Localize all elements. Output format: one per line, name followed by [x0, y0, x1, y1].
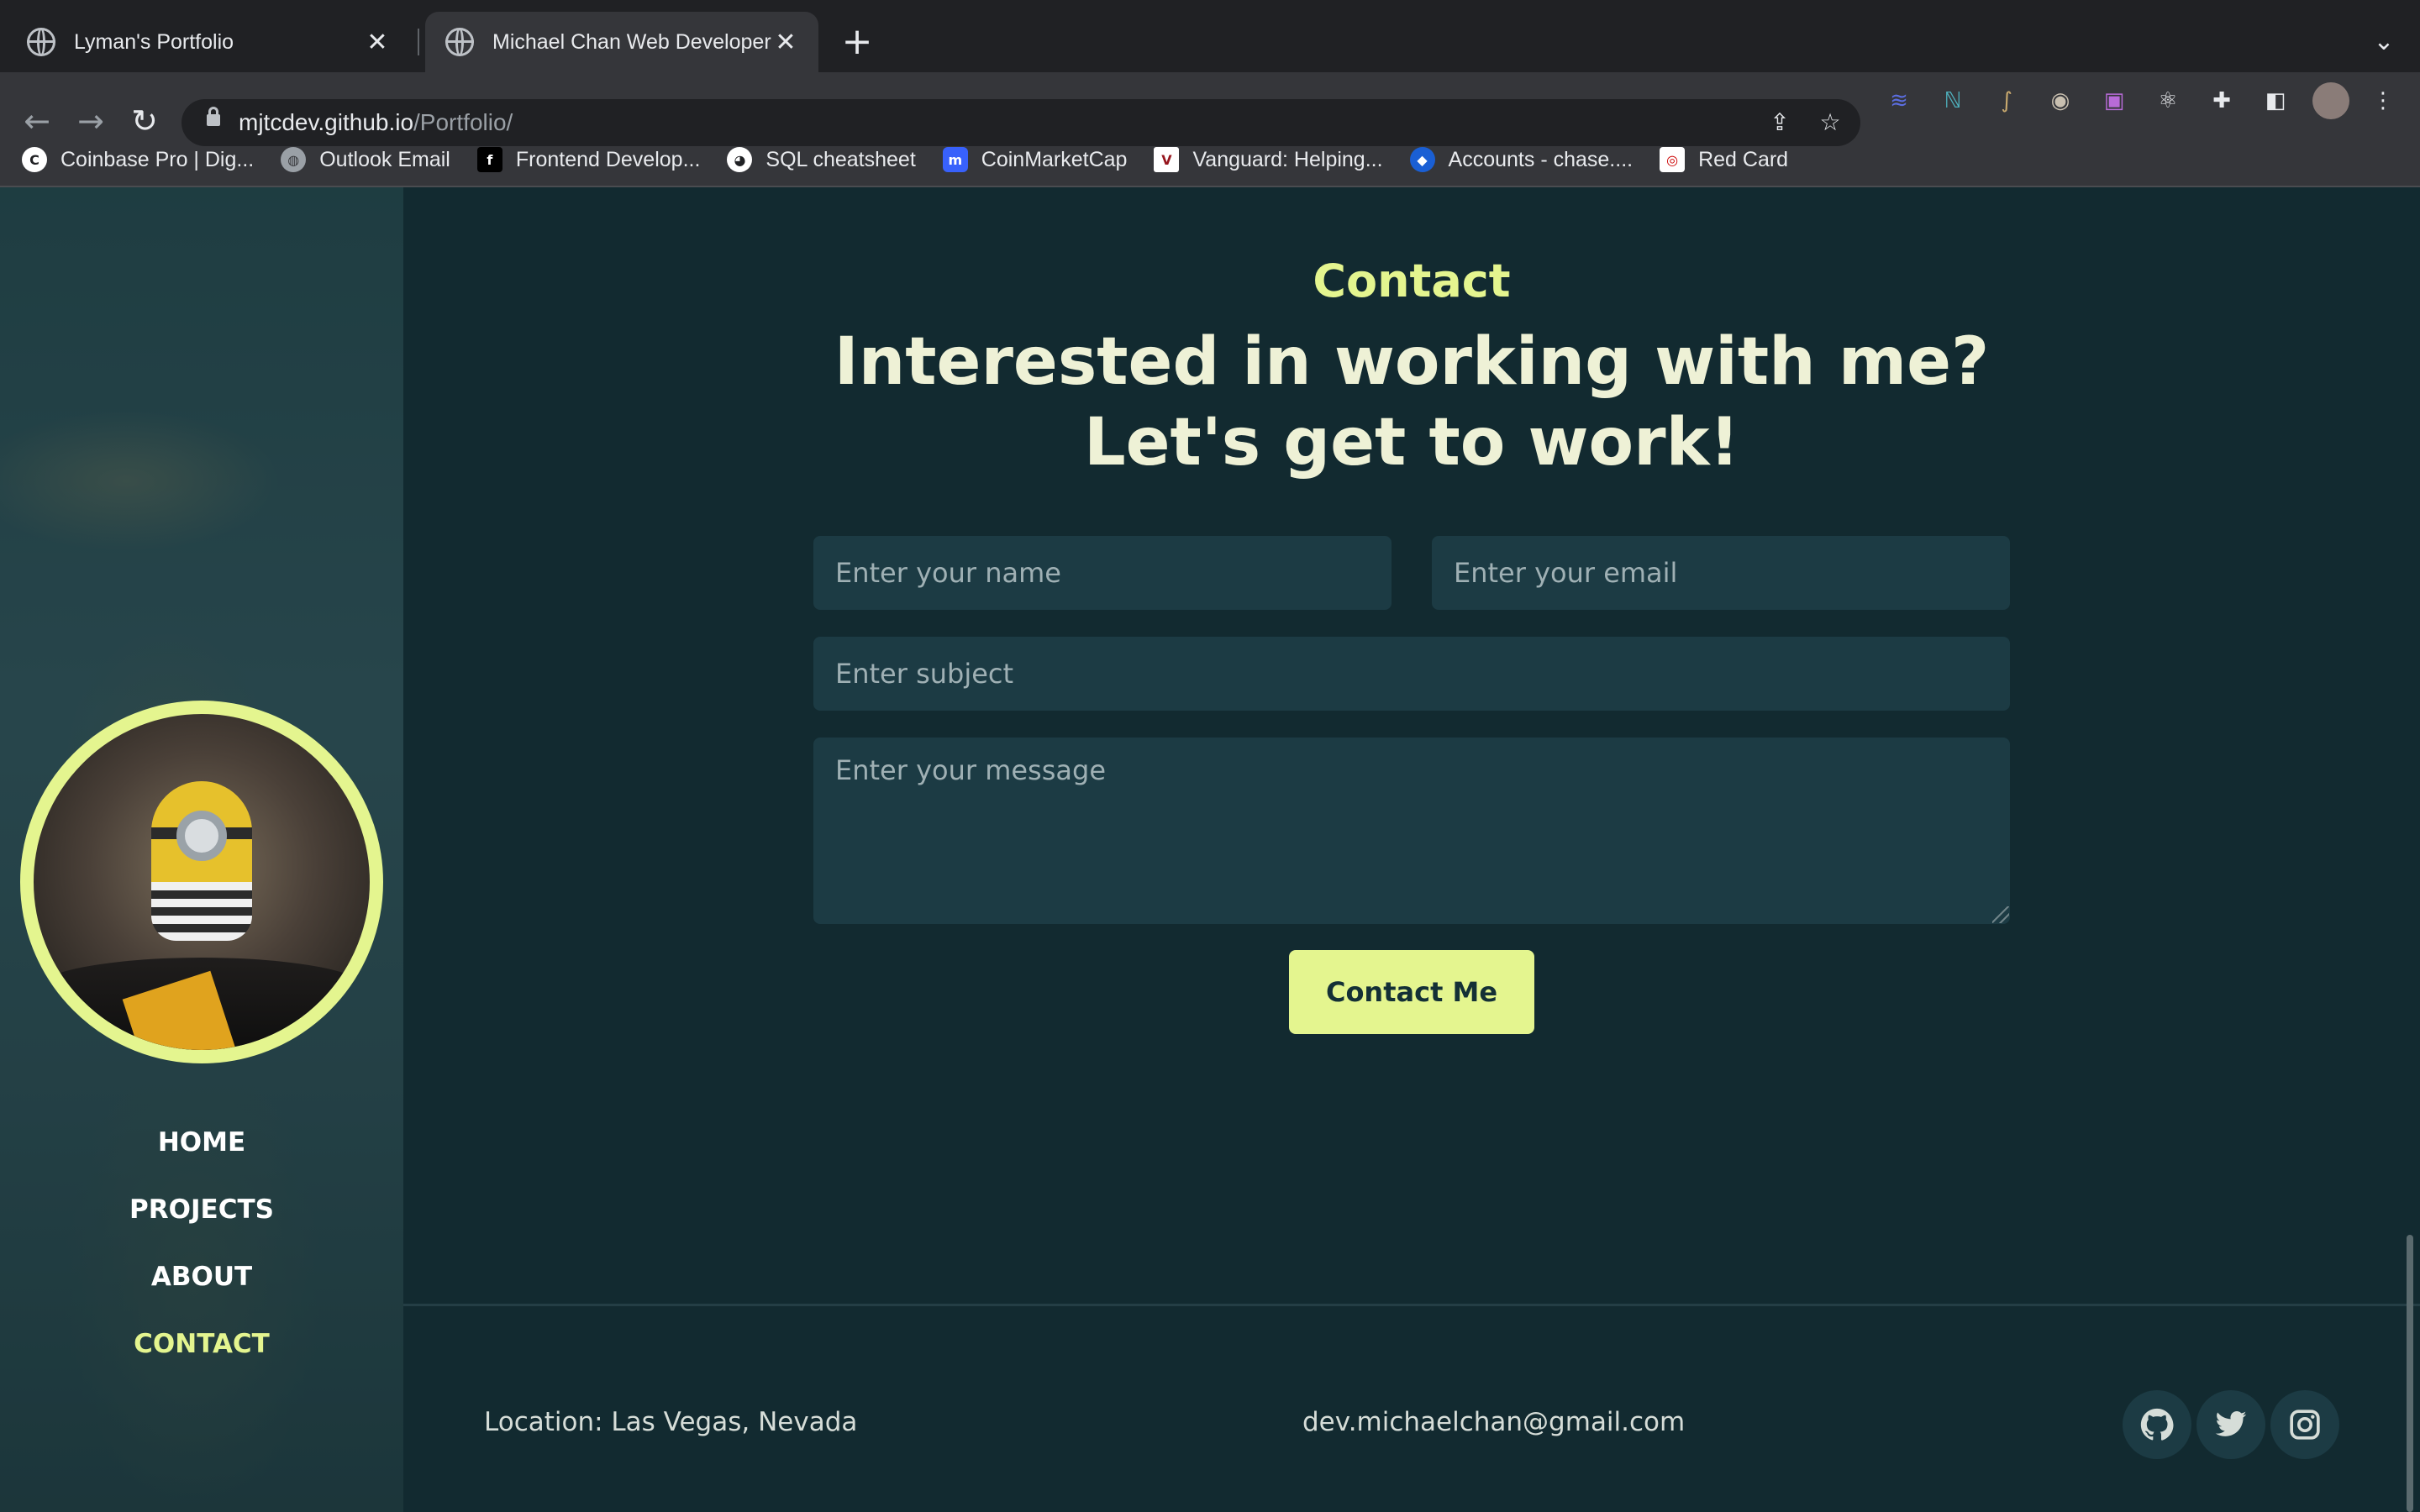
profile-photo: [20, 701, 383, 1063]
chevron-down-icon[interactable]: ⌄: [2363, 18, 2405, 66]
email-input[interactable]: [1432, 536, 2010, 610]
page-scrollbar[interactable]: [2407, 1235, 2413, 1512]
twitter-link[interactable]: [2196, 1390, 2265, 1459]
lock-icon: [207, 107, 220, 126]
globe-icon: [445, 28, 474, 56]
plus-icon[interactable]: +: [836, 18, 878, 66]
contact-section: Contact Interested in working with me? L…: [403, 187, 2420, 1512]
extension-icon[interactable]: ▣: [2097, 84, 2131, 118]
bookmark-label: CoinMarketCap: [981, 147, 1128, 171]
extension-icon[interactable]: ℕ: [1936, 84, 1970, 118]
puzzle-icon[interactable]: ✚: [2205, 84, 2238, 118]
globe-icon: ◍: [281, 147, 307, 172]
github-link[interactable]: [2123, 1390, 2191, 1459]
bookmark-label: Outlook Email: [319, 147, 450, 171]
coinbase-icon: C: [22, 147, 47, 172]
bookmark-label: SQL cheatsheet: [765, 147, 916, 171]
sidebar-nav: HOME PROJECTS ABOUT CONTACT: [0, 1109, 403, 1378]
name-input[interactable]: [813, 536, 1392, 610]
instagram-icon: [2290, 1410, 2320, 1440]
side-panel-icon[interactable]: ◧: [2259, 84, 2292, 118]
nav-about[interactable]: ABOUT: [0, 1243, 403, 1310]
footer-divider: [403, 1304, 2420, 1306]
footer-location: Location: Las Vegas, Nevada: [484, 1407, 858, 1437]
vanguard-icon: V: [1154, 147, 1180, 172]
bookmark-coinbase[interactable]: C Coinbase Pro | Dig...: [22, 147, 254, 172]
sidebar: HOME PROJECTS ABOUT CONTACT: [0, 187, 403, 1512]
close-tab-icon[interactable]: ✕: [365, 28, 390, 57]
globe-icon: [27, 28, 55, 56]
react-devtools-icon[interactable]: ⚛: [2151, 84, 2185, 118]
bookmark-label: Accounts - chase....: [1448, 147, 1634, 171]
frontend-icon: f: [476, 147, 502, 172]
bookmark-chase[interactable]: ◆ Accounts - chase....: [1409, 147, 1634, 172]
section-eyebrow: Contact: [1313, 255, 1511, 307]
contact-me-button[interactable]: Contact Me: [1289, 950, 1534, 1034]
nav-home[interactable]: HOME: [0, 1109, 403, 1176]
resize-handle[interactable]: [1992, 906, 2009, 923]
bookmark-label: Frontend Develop...: [515, 147, 701, 171]
kebab-menu-icon[interactable]: ⋮: [2366, 84, 2400, 118]
twitter-icon: [2215, 1411, 2247, 1436]
tab-title: Lyman's Portfolio: [74, 29, 234, 54]
bookmark-frontend[interactable]: f Frontend Develop...: [476, 147, 701, 172]
nav-projects[interactable]: PROJECTS: [0, 1176, 403, 1243]
tab-divider: [418, 29, 419, 55]
minion-suit: [151, 882, 252, 941]
bookmarks-bar: C Coinbase Pro | Dig... ◍ Outlook Email …: [0, 133, 2420, 186]
extension-icon[interactable]: ≋: [1882, 84, 1916, 118]
message-textarea[interactable]: [813, 738, 2010, 924]
bookmark-vanguard[interactable]: V Vanguard: Helping...: [1154, 147, 1383, 172]
target-icon: ◎: [1660, 147, 1686, 172]
profile-avatar[interactable]: [2312, 82, 2349, 119]
extension-icon[interactable]: ◉: [2044, 84, 2077, 118]
bookmark-sql-cheatsheet[interactable]: ◕ SQL cheatsheet: [727, 147, 916, 172]
subject-input[interactable]: [813, 637, 2010, 711]
footer-email: dev.michaelchan@gmail.com: [1302, 1407, 1686, 1437]
tab-title: Michael Chan Web Developer: [492, 29, 771, 54]
instagram-link[interactable]: [2270, 1390, 2339, 1459]
bookmark-outlook[interactable]: ◍ Outlook Email: [281, 147, 450, 172]
minion-goggle: [176, 811, 227, 861]
github-icon: ◕: [727, 147, 753, 172]
bookmark-label: Red Card: [1698, 147, 1789, 171]
bookmark-label: Vanguard: Helping...: [1192, 147, 1383, 171]
coinmarketcap-icon: m: [942, 147, 968, 172]
section-headline: Interested in working with me? Let's get…: [834, 324, 1990, 480]
extension-icon[interactable]: ∫: [1990, 84, 2023, 118]
close-tab-icon[interactable]: ✕: [773, 28, 798, 57]
bookmark-coinmarketcap[interactable]: m CoinMarketCap: [942, 147, 1128, 172]
nav-contact[interactable]: CONTACT: [0, 1310, 403, 1378]
browser-tab-active[interactable]: Michael Chan Web Developer ✕: [425, 12, 818, 72]
bookmark-red-card[interactable]: ◎ Red Card: [1660, 147, 1788, 172]
bookmark-label: Coinbase Pro | Dig...: [60, 147, 255, 171]
chase-icon: ◆: [1409, 147, 1435, 172]
browser-tab[interactable]: Lyman's Portfolio ✕: [7, 12, 410, 72]
browser-tab-strip: Lyman's Portfolio ✕ Michael Chan Web Dev…: [0, 0, 2420, 72]
github-icon: [2140, 1408, 2174, 1441]
